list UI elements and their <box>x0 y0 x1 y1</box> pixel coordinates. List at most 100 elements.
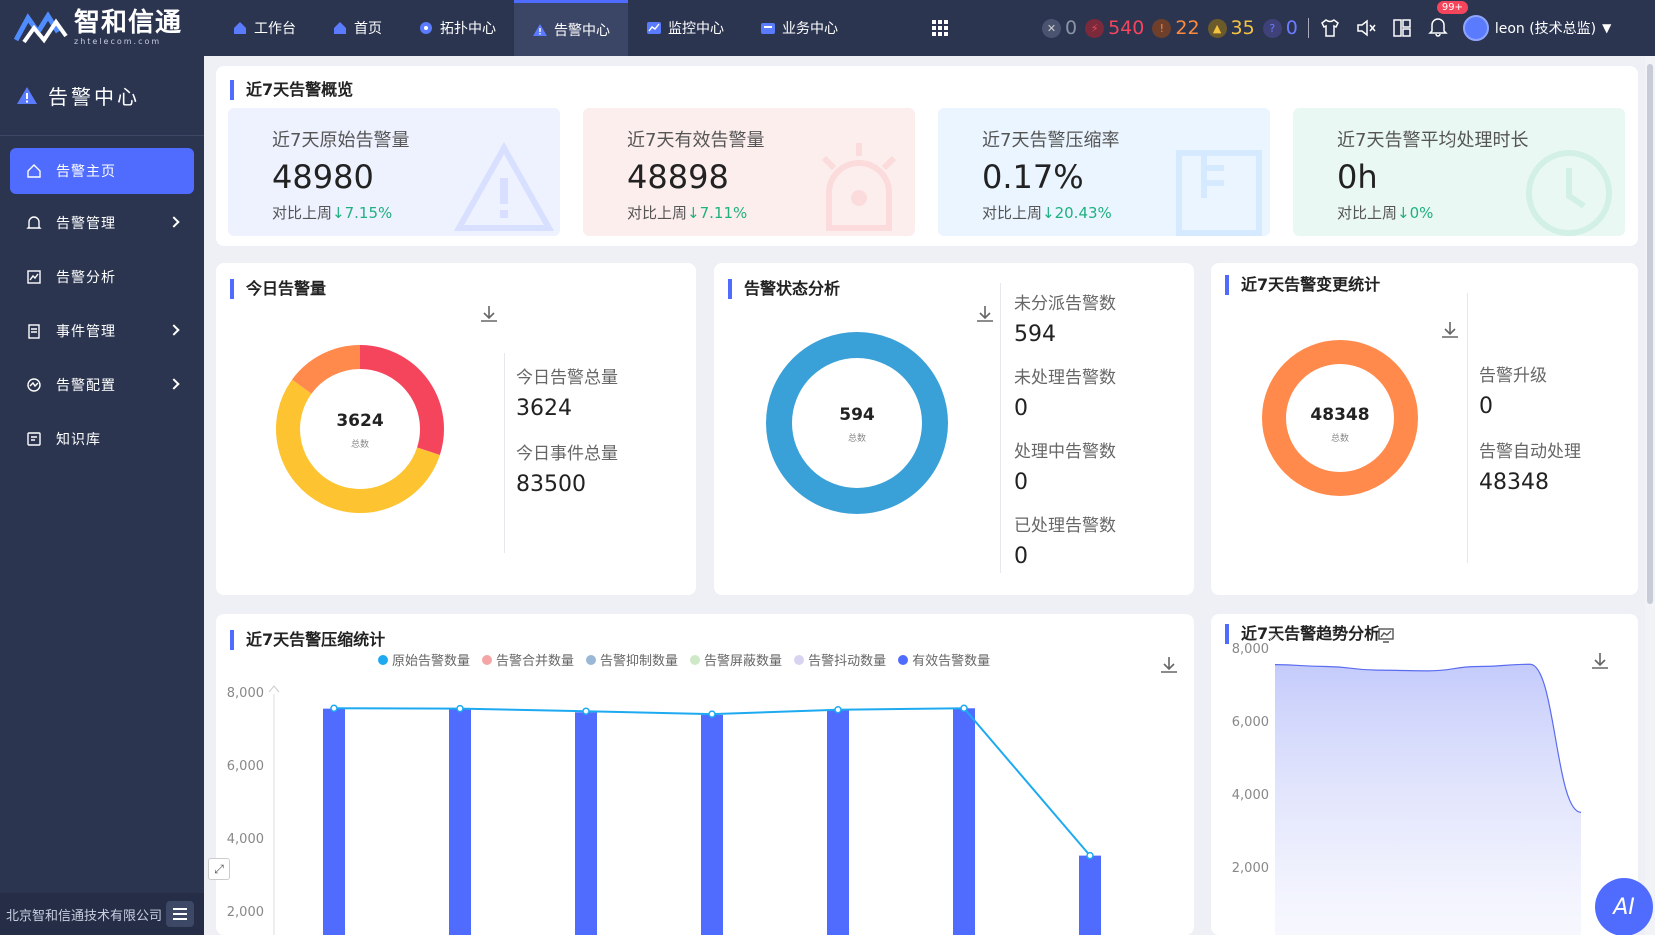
nav-home[interactable]: 首页 <box>314 0 400 56</box>
logo[interactable]: 智和信通 zhtelecom.com <box>0 0 204 56</box>
bar <box>827 710 849 935</box>
sidebar-item-alarm-home[interactable]: 告警主页 <box>10 148 194 194</box>
sidebar-item-event-management[interactable]: 事件管理 <box>10 306 194 356</box>
bar <box>449 708 471 935</box>
compression-bar-chart: 8,000 6,000 4,000 2,000 <box>227 685 1101 935</box>
status-count: 35 <box>1230 17 1255 39</box>
warning-icon <box>17 86 37 104</box>
chevron-right-icon <box>168 216 180 228</box>
expand-icon[interactable]: ⤢ <box>208 858 230 880</box>
logo-en-text: zhtelecom.com <box>74 37 162 46</box>
card-title: 近7天告警概览 <box>230 80 353 100</box>
stat-value: 3624 <box>516 396 572 421</box>
card-title: 近7天告警变更统计 <box>1225 275 1380 295</box>
nav-business[interactable]: 业务中心 <box>742 0 856 56</box>
download-icon[interactable] <box>1439 319 1461 341</box>
bar <box>1079 855 1101 935</box>
nav-topology[interactable]: 拓扑中心 <box>400 0 514 56</box>
nav-label: 工作台 <box>254 21 296 37</box>
download-icon[interactable] <box>478 303 500 325</box>
kpi-avg-handle-time: 近7天告警平均处理时长 0h 对比上周↓0% <box>1293 108 1625 236</box>
kpi-compare-value: ↓0% <box>1397 204 1434 222</box>
sidebar-title: 告警中心 <box>48 85 140 109</box>
notification-button[interactable]: 99+ <box>1427 1 1468 41</box>
y-tick-label: 6,000 <box>1232 715 1269 730</box>
bar <box>323 708 345 935</box>
sidebar-item-alarm-management[interactable]: 告警管理 <box>10 198 194 248</box>
notification-badge: 99+ <box>1436 1 1468 14</box>
kpi-compare-value: ↓20.43% <box>1042 204 1112 222</box>
data-point <box>1086 851 1094 860</box>
data-point <box>582 707 590 715</box>
home-icon <box>27 164 41 178</box>
y-tick-label: 2,000 <box>1232 861 1269 876</box>
y-tick-label: 8,000 <box>227 686 264 701</box>
apps-grid-icon[interactable] <box>932 20 948 36</box>
donut-center: 48348 总数 <box>1305 405 1375 444</box>
sidebar-item-label: 知识库 <box>56 432 101 448</box>
ai-assistant-button[interactable]: AI <box>1595 878 1653 935</box>
download-icon[interactable] <box>974 303 996 325</box>
stat-value: 0 <box>1479 394 1493 419</box>
company-name: 北京智和信通技术有限公司 <box>6 908 163 924</box>
home-icon <box>334 22 346 34</box>
menu-collapse-button[interactable] <box>166 901 194 927</box>
divider <box>1467 293 1468 563</box>
nav-label: 首页 <box>354 21 382 37</box>
status-unknown[interactable]: ✕ 0 <box>1042 17 1077 39</box>
sidebar-footer: 北京智和信通技术有限公司 <box>0 893 204 935</box>
today-stats: 今日告警总量 3624 今日事件总量 83500 <box>516 363 618 497</box>
status-count: 540 <box>1108 17 1145 39</box>
change-stats-card: 近7天告警变更统计 48348 总数 告警升级 0 告警自动处理 48348 <box>1211 263 1638 595</box>
home-icon <box>234 22 246 34</box>
status-major[interactable]: ! 22 <box>1152 17 1200 39</box>
sidebar-item-alarm-analysis[interactable]: 告警分析 <box>10 252 194 302</box>
main-nav: 工作台 首页 拓扑中心 告警中心 监控中心 业务中心 <box>214 0 856 56</box>
user-name: leon (技术总监) <box>1494 21 1597 37</box>
page-scrollbar[interactable] <box>1645 56 1655 935</box>
kpi-effective-alarms: 近7天有效告警量 48898 对比上周↓7.11% <box>583 108 915 236</box>
stat-label: 已处理告警数 <box>1014 516 1116 536</box>
change-stats: 告警升级 0 告警自动处理 48348 <box>1479 361 1581 495</box>
donut-label: 总数 <box>350 440 369 450</box>
nav-alarm-center[interactable]: 告警中心 <box>514 0 628 56</box>
donut-value: 48348 <box>1310 405 1370 425</box>
today-alarms-card: 今日告警量 3624 总数 今日告警总量 3624 今日事件总量 83500 <box>216 263 696 595</box>
unknown-icon: ✕ <box>1042 18 1061 38</box>
chevron-right-icon <box>168 378 180 390</box>
shirt-icon[interactable] <box>1319 17 1341 39</box>
nav-label: 拓扑中心 <box>440 21 496 37</box>
data-point <box>960 704 968 713</box>
major-icon: ! <box>1152 18 1172 38</box>
sidebar-item-knowledge-base[interactable]: 知识库 <box>10 414 194 464</box>
layout-icon[interactable] <box>1391 17 1413 39</box>
status-info[interactable]: ? 0 <box>1262 17 1298 39</box>
status-minor[interactable]: ▲ 35 <box>1207 17 1255 39</box>
sidebar-item-alarm-config[interactable]: 告警配置 <box>10 360 194 410</box>
info-icon: ? <box>1262 18 1282 38</box>
chart-icon <box>27 270 41 284</box>
nav-monitor[interactable]: 监控中心 <box>628 0 742 56</box>
kpi-compare-prefix: 对比上周 <box>1337 204 1398 222</box>
kpi-compare-value: ↓7.11% <box>687 204 748 222</box>
data-point <box>456 704 464 713</box>
y-tick-label: 4,000 <box>1232 788 1269 803</box>
logo-cn-text: 智和信通 <box>74 8 183 38</box>
warning-icon <box>533 23 547 36</box>
scrollbar-thumb[interactable] <box>1647 64 1653 604</box>
nav-workbench[interactable]: 工作台 <box>214 0 314 56</box>
stat-value: 83500 <box>516 472 586 497</box>
mute-icon[interactable] <box>1355 17 1377 39</box>
sidebar-item-label: 告警主页 <box>56 164 116 180</box>
bell-icon <box>26 216 42 229</box>
nav-label: 监控中心 <box>668 21 724 37</box>
bell-icon <box>1428 18 1448 37</box>
warning-icon <box>454 141 554 231</box>
kpi-compare-prefix: 对比上周 <box>627 204 688 222</box>
user-menu[interactable]: leon (技术总监) ▼ <box>1462 15 1611 41</box>
sidebar-item-label: 告警分析 <box>56 270 116 286</box>
bar <box>575 712 597 935</box>
stat-label: 告警升级 <box>1479 366 1547 386</box>
business-icon <box>761 23 775 34</box>
status-critical[interactable]: ⚡ 540 <box>1085 17 1144 39</box>
